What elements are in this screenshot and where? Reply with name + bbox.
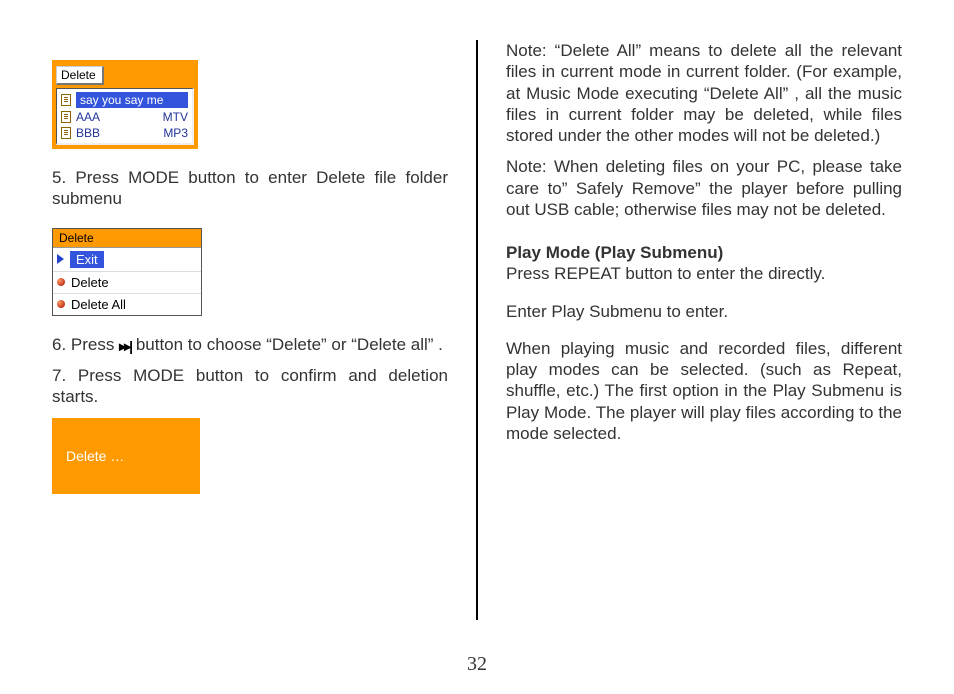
enter-submenu-line: Enter Play Submenu to enter. [506, 301, 902, 322]
file-name: say you say me [76, 92, 188, 108]
list-item: AAA MTV [59, 109, 190, 125]
list-item: Delete [53, 272, 201, 294]
left-column: Delete say you say me AAA MTV BBB MP3 [36, 40, 476, 620]
note-delete-all: Note: “Delete All” means to delete all t… [506, 40, 902, 146]
delete-file-list-screenshot: Delete say you say me AAA MTV BBB MP3 [52, 60, 198, 149]
delete-list-title: Delete [56, 66, 104, 85]
note-safely-remove: Note: When deleting files on your PC, pl… [506, 156, 902, 220]
file-icon [61, 111, 72, 123]
spacer [506, 285, 902, 301]
page-number: 32 [0, 653, 954, 676]
spacer [506, 230, 902, 242]
file-name: AAA [76, 110, 159, 124]
manual-page: Delete say you say me AAA MTV BBB MP3 [0, 0, 954, 640]
file-ext: MTV [163, 110, 188, 124]
file-name: BBB [76, 126, 159, 140]
right-column: Note: “Delete All” means to delete all t… [476, 40, 918, 620]
next-track-icon: ▸▸| [119, 338, 131, 356]
step-5: 5. Press MODE button to enter Delete fil… [52, 167, 448, 210]
list-item: say you say me [59, 91, 190, 109]
step-7: 7. Press MODE button to confirm and dele… [52, 365, 448, 408]
list-item: BBB MP3 [59, 125, 190, 141]
menu-label: Delete [71, 275, 109, 290]
delete-list-body: say you say me AAA MTV BBB MP3 [56, 88, 194, 145]
menu-label: Delete All [71, 297, 126, 312]
play-mode-subline: Press REPEAT button to enter the directl… [506, 264, 825, 283]
delete-progress-screenshot: Delete … [52, 418, 200, 494]
delete-progress-label: Delete … [66, 448, 124, 464]
play-mode-heading: Play Mode (Play Submenu) [506, 243, 723, 262]
step-6: 6. Press ▸▸| button to choose “Delete” o… [52, 334, 448, 356]
step-6-post: button to choose “Delete” or “Delete all… [136, 335, 443, 354]
bullet-icon [57, 278, 65, 286]
triangle-icon [57, 254, 64, 264]
list-item: Delete All [53, 294, 201, 315]
list-item: Exit [53, 248, 201, 272]
file-ext: MP3 [163, 126, 188, 140]
file-icon [61, 94, 72, 106]
play-mode-description: When playing music and recorded files, d… [506, 338, 902, 444]
menu-label: Exit [70, 251, 104, 268]
delete-submenu-title: Delete [53, 229, 201, 248]
step-6-pre: 6. Press [52, 335, 119, 354]
file-icon [61, 127, 72, 139]
delete-submenu-screenshot: Delete Exit Delete Delete All [52, 228, 202, 316]
bullet-icon [57, 300, 65, 308]
